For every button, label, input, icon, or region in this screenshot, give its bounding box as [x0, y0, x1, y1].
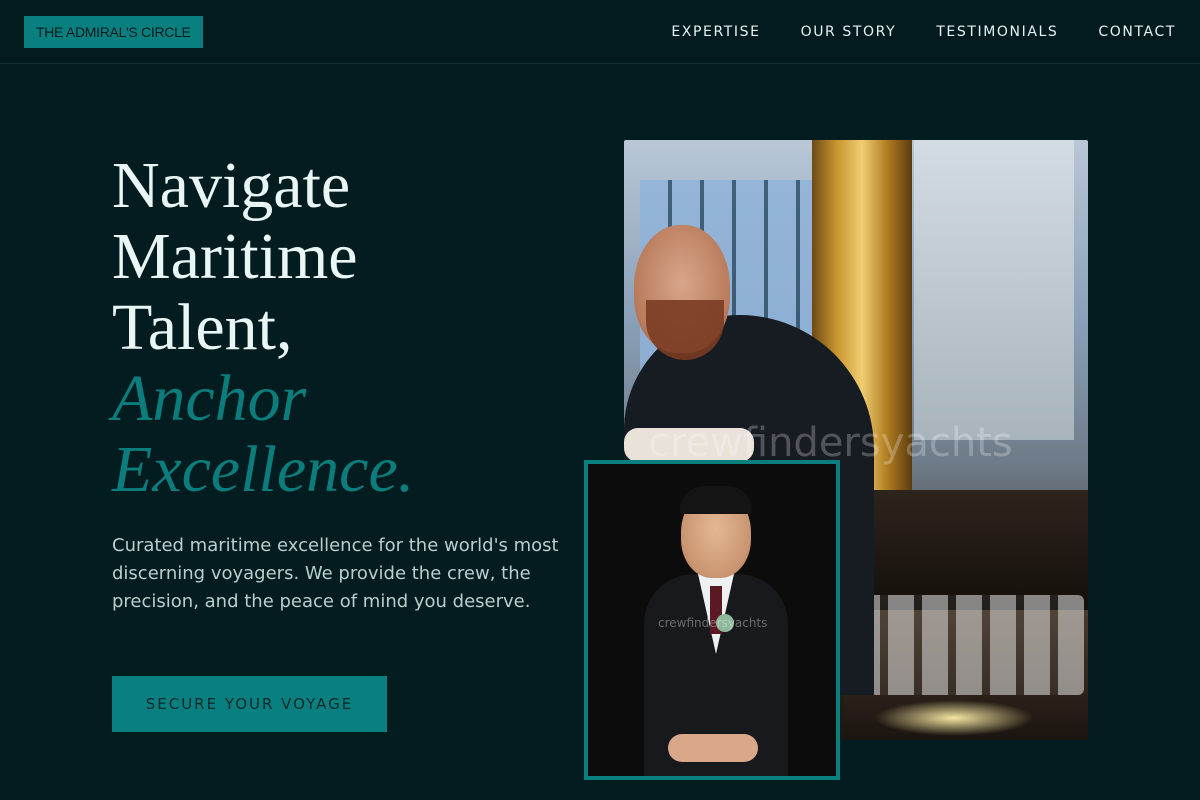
- main-nav: EXPERTISE OUR STORY TESTIMONIALS CONTACT: [671, 20, 1176, 44]
- nav-link-expertise[interactable]: EXPERTISE: [671, 20, 760, 44]
- site-header: THE ADMIRAL'S CIRCLE EXPERTISE OUR STORY…: [0, 0, 1200, 64]
- headline-line: Talent,: [112, 291, 293, 364]
- headline-accent-line: Excellence.: [112, 433, 415, 506]
- hero-description: Curated maritime excellence for the worl…: [112, 535, 559, 612]
- secure-voyage-button[interactable]: SECURE YOUR VOYAGE: [112, 676, 387, 732]
- photo-cups: [854, 595, 1084, 695]
- brand-logo[interactable]: THE ADMIRAL'S CIRCLE: [24, 16, 203, 48]
- headline-line: Navigate: [112, 149, 351, 222]
- nav-link-our-story[interactable]: OUR STORY: [801, 20, 897, 44]
- nav-link-testimonials[interactable]: TESTIMONIALS: [936, 20, 1058, 44]
- crew-portrait-photo: crewfindersyachts: [584, 460, 840, 780]
- nav-link-contact[interactable]: CONTACT: [1098, 20, 1176, 44]
- photo-candle-glow: [874, 700, 1034, 736]
- portrait-watermark: crewfindersyachts: [658, 616, 768, 630]
- portrait-hair: [680, 486, 752, 514]
- portrait-hands: [668, 734, 758, 762]
- headline-accent-line: Anchor: [112, 362, 307, 435]
- headline-line: Maritime: [112, 220, 358, 293]
- photo-background: [914, 140, 1074, 440]
- hero-headline: Navigate Maritime Talent, Anchor Excelle…: [112, 150, 592, 505]
